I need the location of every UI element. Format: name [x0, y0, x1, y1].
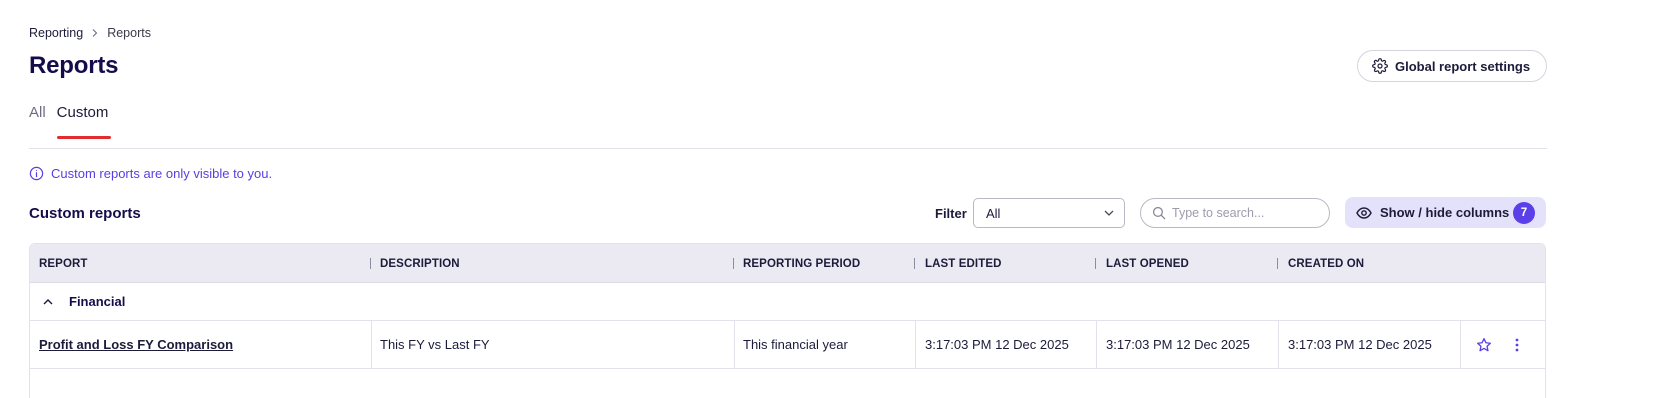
- page-title: Reports: [29, 52, 119, 79]
- column-header-reporting-period[interactable]: REPORTING PERIOD: [743, 244, 860, 283]
- cell-divider: [915, 321, 916, 368]
- table-header: REPORT DESCRIPTION REPORTING PERIOD LAST…: [30, 244, 1545, 283]
- filter-select[interactable]: All: [973, 198, 1125, 228]
- column-resize-handle[interactable]: [1095, 258, 1096, 269]
- breadcrumb: Reporting Reports: [29, 26, 151, 40]
- show-hide-columns-button[interactable]: Show / hide columns 7: [1345, 197, 1546, 228]
- group-label: Financial: [69, 294, 126, 309]
- column-header-created-on[interactable]: CREATED ON: [1288, 244, 1364, 283]
- tabs-divider: [29, 148, 1547, 149]
- search-input[interactable]: [1172, 206, 1322, 220]
- report-name-link[interactable]: Profit and Loss FY Comparison: [39, 321, 233, 368]
- report-description: This FY vs Last FY: [380, 337, 490, 352]
- chevron-up-icon[interactable]: [43, 298, 53, 305]
- report-period: This financial year: [743, 337, 848, 352]
- star-icon[interactable]: [1476, 337, 1492, 353]
- gear-icon: [1372, 58, 1388, 74]
- breadcrumb-current: Reports: [107, 26, 151, 40]
- column-resize-handle[interactable]: [1277, 258, 1278, 269]
- report-name[interactable]: Profit and Loss FY Comparison: [39, 337, 233, 352]
- eye-icon: [1356, 206, 1372, 219]
- filter-select-value: All: [986, 205, 1001, 221]
- custom-reports-info: Custom reports are only visible to you.: [29, 166, 272, 181]
- column-header-description[interactable]: DESCRIPTION: [380, 244, 460, 283]
- report-tabs: All Custom: [29, 104, 108, 121]
- section-title: Custom reports: [29, 205, 141, 222]
- custom-reports-table: REPORT DESCRIPTION REPORTING PERIOD LAST…: [29, 243, 1546, 398]
- column-header-last-edited[interactable]: LAST EDITED: [925, 244, 1002, 283]
- report-last-opened: 3:17:03 PM 12 Dec 2025: [1106, 337, 1250, 352]
- tab-custom[interactable]: Custom: [57, 104, 109, 121]
- cell-divider: [1278, 321, 1279, 368]
- tab-all[interactable]: All: [29, 104, 46, 121]
- column-resize-handle[interactable]: [370, 258, 371, 269]
- search-box[interactable]: [1140, 198, 1330, 228]
- global-report-settings-label: Global report settings: [1395, 58, 1531, 74]
- report-created-on: 3:17:03 PM 12 Dec 2025: [1288, 337, 1432, 352]
- report-last-edited: 3:17:03 PM 12 Dec 2025: [925, 337, 1069, 352]
- cell-divider: [734, 321, 735, 368]
- global-report-settings-button[interactable]: Global report settings: [1357, 50, 1547, 82]
- column-resize-handle[interactable]: [914, 258, 915, 269]
- column-header-report[interactable]: REPORT: [39, 244, 88, 283]
- show-hide-columns-label: Show / hide columns: [1380, 205, 1510, 220]
- info-text: Custom reports are only visible to you.: [51, 166, 273, 181]
- breadcrumb-reporting-link[interactable]: Reporting: [29, 26, 83, 40]
- cell-divider: [1460, 321, 1461, 368]
- more-vertical-icon[interactable]: [1515, 338, 1519, 352]
- active-tab-indicator: [57, 136, 111, 139]
- table-row: Profit and Loss FY Comparison This FY vs…: [30, 321, 1545, 369]
- columns-count-badge: 7: [1513, 202, 1535, 224]
- chevron-right-icon: [92, 29, 98, 37]
- chevron-down-icon: [1104, 210, 1114, 216]
- column-header-last-opened[interactable]: LAST OPENED: [1106, 244, 1189, 283]
- group-row-financial[interactable]: Financial: [30, 283, 1545, 321]
- cell-divider: [371, 321, 372, 368]
- search-icon: [1152, 206, 1166, 220]
- filter-label: Filter: [935, 206, 967, 221]
- info-icon: [29, 166, 44, 181]
- cell-divider: [1096, 321, 1097, 368]
- column-resize-handle[interactable]: [733, 258, 734, 269]
